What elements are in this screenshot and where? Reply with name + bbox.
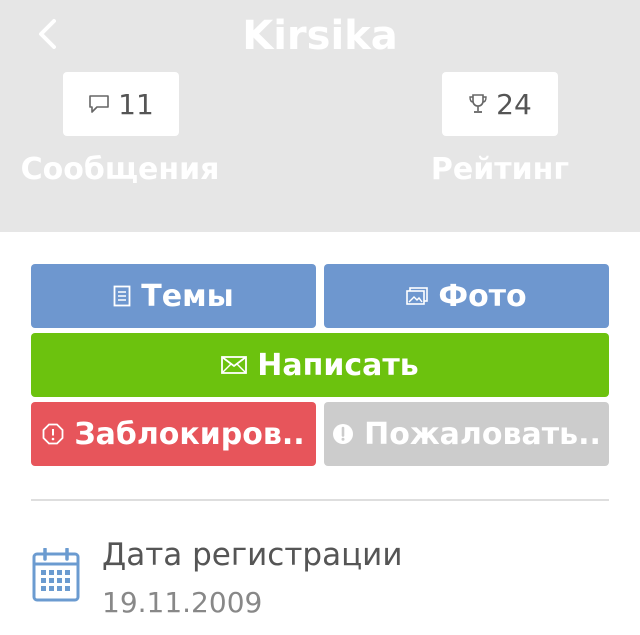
topics-button-label: Темы: [141, 278, 234, 314]
rating-count-box[interactable]: 24: [442, 72, 558, 136]
rating-count: 24: [496, 87, 532, 121]
photo-button[interactable]: Фото: [324, 264, 609, 328]
report-user-button[interactable]: Пожаловать..: [324, 402, 609, 466]
block-user-button-label: Заблокиров..: [74, 416, 305, 452]
write-message-button[interactable]: Написать: [31, 333, 609, 397]
report-user-button-label: Пожаловать..: [364, 416, 601, 452]
calendar-icon: [32, 548, 80, 602]
envelope-icon: [221, 356, 248, 374]
block-user-button[interactable]: Заблокиров..: [31, 402, 316, 466]
document-icon: [113, 285, 131, 307]
photo-button-label: Фото: [438, 278, 527, 314]
section-divider: [31, 499, 609, 501]
speech-bubble-icon: [89, 95, 109, 113]
stop-octagon-icon: [42, 423, 64, 445]
page-title: Kirsika: [242, 13, 398, 59]
write-message-button-label: Написать: [257, 347, 419, 383]
messages-label: Сообщения: [20, 152, 220, 187]
rating-label: Рейтинг: [430, 152, 570, 187]
messages-count-box[interactable]: 11: [63, 72, 179, 136]
registration-date-value: 19.11.2009: [102, 586, 263, 619]
profile-header: Kirsika 11 Сообщения 24 Рейтинг: [0, 0, 640, 232]
registration-date-label: Дата регистрации: [102, 537, 403, 573]
trophy-icon: [469, 94, 487, 113]
messages-count: 11: [118, 87, 154, 121]
topics-button[interactable]: Темы: [31, 264, 316, 328]
exclamation-icon: [333, 424, 354, 444]
photo-icon: [406, 287, 429, 305]
